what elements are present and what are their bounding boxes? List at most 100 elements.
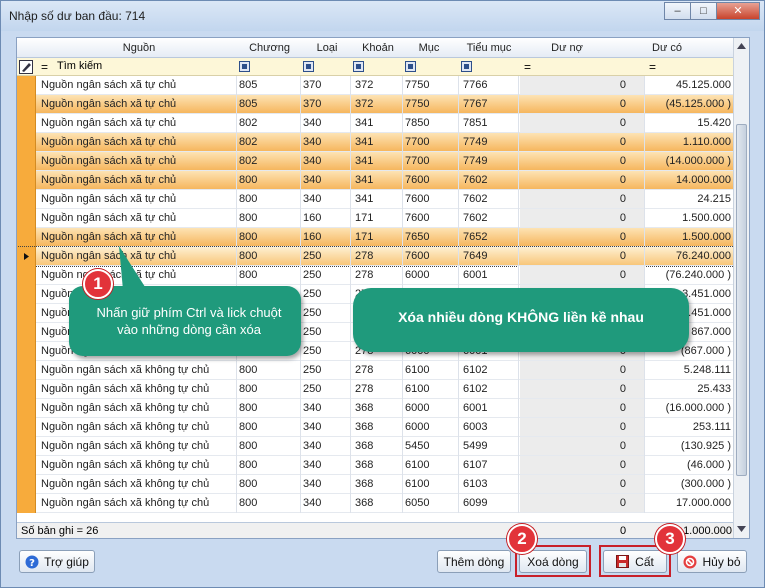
cell-du-co[interactable]: 25.433 <box>645 383 731 395</box>
cell-khoan[interactable]: 278 <box>355 250 399 262</box>
cell-loai[interactable]: 250 <box>303 364 343 376</box>
cell-nguon[interactable]: Nguồn ngân sách xã không tự chủ <box>41 478 236 490</box>
table-row[interactable]: Nguồn ngân sách xã tự chủ 802 340 341 7700 77… <box>17 133 734 152</box>
cell-muc[interactable]: 6100 <box>405 459 455 471</box>
col-header-tieu-muc[interactable]: Tiểu mục <box>459 42 519 54</box>
cell-tieu-muc[interactable]: 7602 <box>463 174 519 186</box>
cell-du-no[interactable]: 0 <box>520 269 626 281</box>
cell-loai[interactable]: 340 <box>303 478 343 490</box>
cell-tieu-muc[interactable]: 6107 <box>463 459 519 471</box>
cell-du-no[interactable]: 0 <box>520 250 626 262</box>
row-indicator[interactable] <box>17 247 36 266</box>
cell-tieu-muc[interactable]: 7851 <box>463 117 519 129</box>
cell-du-no[interactable]: 0 <box>520 212 626 224</box>
cell-du-no[interactable]: 0 <box>520 79 626 91</box>
cell-nguon[interactable]: Nguồn ngân sách xã không tự chủ <box>41 459 236 471</box>
col-header-chuong[interactable]: Chương <box>242 42 297 54</box>
row-indicator[interactable] <box>17 76 36 95</box>
cell-loai[interactable]: 370 <box>303 98 343 110</box>
cell-chuong[interactable]: 805 <box>239 98 289 110</box>
cell-du-co[interactable]: 253.111 <box>645 421 731 433</box>
cell-du-no[interactable]: 0 <box>520 459 626 471</box>
cell-chuong[interactable]: 802 <box>239 117 289 129</box>
row-indicator[interactable] <box>17 494 36 513</box>
cell-loai[interactable]: 340 <box>303 440 343 452</box>
cell-tieu-muc[interactable]: 7766 <box>463 79 519 91</box>
close-button[interactable]: ✕ <box>716 2 760 20</box>
row-indicator[interactable] <box>17 152 36 171</box>
scroll-up-icon[interactable] <box>737 43 746 49</box>
row-indicator[interactable] <box>17 171 36 190</box>
cell-du-no[interactable]: 0 <box>520 174 626 186</box>
table-row[interactable]: Nguồn ngân sách xã tự chủ 800 340 341 7600 76… <box>17 190 734 209</box>
cell-nguon[interactable]: Nguồn ngân sách xã tự chủ <box>41 79 236 91</box>
cell-loai[interactable]: 340 <box>303 421 343 433</box>
cell-muc[interactable]: 7750 <box>405 98 455 110</box>
cell-khoan[interactable]: 341 <box>355 117 399 129</box>
cell-loai[interactable]: 340 <box>303 174 343 186</box>
col-header-du-no[interactable]: Dư nợ <box>537 42 597 54</box>
filter-edit-icon[interactable] <box>19 60 33 74</box>
cell-muc[interactable]: 7600 <box>405 250 455 262</box>
row-indicator[interactable] <box>17 285 36 304</box>
row-indicator[interactable] <box>17 342 36 361</box>
cell-muc[interactable]: 6100 <box>405 364 455 376</box>
cell-loai[interactable]: 340 <box>303 497 343 509</box>
cell-chuong[interactable]: 800 <box>239 250 289 262</box>
cell-chuong[interactable]: 800 <box>239 421 289 433</box>
cell-tieu-muc[interactable]: 6001 <box>463 269 519 281</box>
cell-muc[interactable]: 7850 <box>405 117 455 129</box>
table-row[interactable]: Nguồn ngân sách xã tự chủ 802 340 341 7850 78… <box>17 114 734 133</box>
cell-chuong[interactable]: 800 <box>239 402 289 414</box>
cell-loai[interactable]: 250 <box>303 345 343 357</box>
cell-loai[interactable]: 370 <box>303 79 343 91</box>
cell-tieu-muc[interactable]: 6001 <box>463 402 519 414</box>
scroll-down-icon[interactable] <box>737 526 746 532</box>
cell-loai[interactable]: 250 <box>303 269 343 281</box>
row-indicator[interactable] <box>17 95 36 114</box>
cell-khoan[interactable]: 341 <box>355 155 399 167</box>
cell-chuong[interactable]: 800 <box>239 478 289 490</box>
filter-khoan-icon[interactable] <box>353 61 364 72</box>
cell-nguon[interactable]: Nguồn ngân sách xã tự chủ <box>41 193 236 205</box>
cell-muc[interactable]: 7600 <box>405 212 455 224</box>
cell-loai[interactable]: 250 <box>303 288 343 300</box>
delete-row-button[interactable]: Xoá dòng <box>519 550 587 573</box>
cell-chuong[interactable]: 805 <box>239 79 289 91</box>
cell-tieu-muc[interactable]: 6102 <box>463 364 519 376</box>
cell-du-no[interactable]: 0 <box>520 364 626 376</box>
cell-loai[interactable]: 250 <box>303 326 343 338</box>
cell-muc[interactable]: 5450 <box>405 440 455 452</box>
row-indicator[interactable] <box>17 456 36 475</box>
filter-tieu-muc-icon[interactable] <box>461 61 472 72</box>
table-row[interactable]: Nguồn ngân sách xã tự chủ 800 340 341 7600 76… <box>17 171 734 190</box>
minimize-button[interactable]: – <box>664 2 690 20</box>
vertical-scrollbar[interactable] <box>733 38 749 538</box>
cell-du-co[interactable]: (130.925 ) <box>645 440 731 452</box>
cell-muc[interactable]: 7750 <box>405 79 455 91</box>
cell-du-co[interactable]: 1.500.000 <box>645 231 731 243</box>
cell-du-no[interactable]: 0 <box>520 193 626 205</box>
cell-loai[interactable]: 340 <box>303 155 343 167</box>
cell-nguon[interactable]: Nguồn ngân sách xã tự chủ <box>41 231 236 243</box>
table-row[interactable]: Nguồn ngân sách xã không tự chủ 800 340 368… <box>17 494 734 513</box>
cell-chuong[interactable]: 802 <box>239 136 289 148</box>
row-indicator[interactable] <box>17 475 36 494</box>
cell-tieu-muc[interactable]: 7602 <box>463 193 519 205</box>
cell-tieu-muc[interactable]: 7649 <box>463 250 519 262</box>
cell-nguon[interactable]: Nguồn ngân sách xã không tự chủ <box>41 421 236 433</box>
cell-du-no[interactable]: 0 <box>520 98 626 110</box>
cell-loai[interactable]: 160 <box>303 212 343 224</box>
filter-muc-icon[interactable] <box>405 61 416 72</box>
cell-khoan[interactable]: 341 <box>355 193 399 205</box>
row-indicator[interactable] <box>17 114 36 133</box>
cell-tieu-muc[interactable]: 7602 <box>463 212 519 224</box>
cell-chuong[interactable]: 800 <box>239 364 289 376</box>
search-label[interactable]: Tìm kiếm <box>57 60 102 72</box>
cell-chuong[interactable]: 800 <box>239 231 289 243</box>
cell-khoan[interactable]: 341 <box>355 174 399 186</box>
col-header-muc[interactable]: Mục <box>409 42 449 54</box>
table-row[interactable]: Nguồn ngân sách xã tự chủ 802 340 341 7700 77… <box>17 152 734 171</box>
cell-muc[interactable]: 6000 <box>405 269 455 281</box>
help-button[interactable]: ? Trợ giúp <box>19 550 95 573</box>
